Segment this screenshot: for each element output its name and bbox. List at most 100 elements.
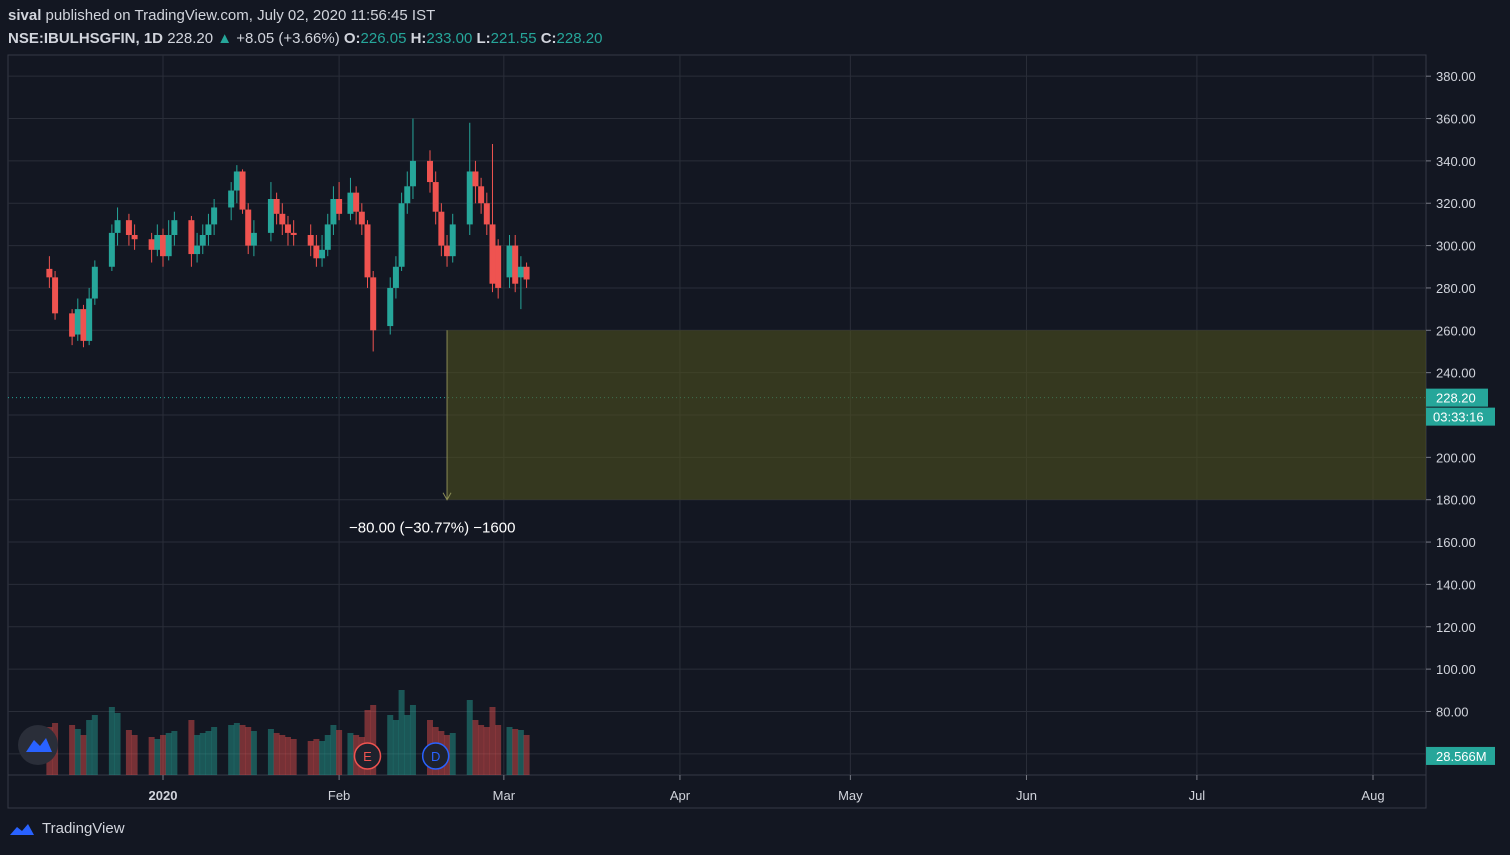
candle-body bbox=[483, 203, 490, 225]
y-tick-label: 160.00 bbox=[1436, 535, 1476, 550]
volume-bar bbox=[148, 737, 155, 775]
candle-body bbox=[267, 199, 274, 233]
candle-body bbox=[171, 220, 178, 235]
candle-body bbox=[387, 287, 394, 327]
x-tick-label: Aug bbox=[1361, 788, 1384, 803]
candle-body bbox=[523, 266, 530, 280]
volume-bar bbox=[245, 727, 252, 775]
volume-bar bbox=[74, 729, 81, 775]
volume-bar bbox=[131, 735, 138, 775]
candle-body bbox=[69, 313, 76, 337]
y-tick-label: 240.00 bbox=[1436, 366, 1476, 381]
y-tick-label: 100.00 bbox=[1436, 662, 1476, 677]
volume-bar bbox=[284, 737, 291, 775]
volume-bar bbox=[512, 729, 519, 775]
candle-body bbox=[512, 245, 519, 284]
candle-body bbox=[108, 232, 115, 267]
volume-tag: 28.566M bbox=[1436, 749, 1487, 764]
candle-body bbox=[426, 160, 433, 183]
candle-body bbox=[273, 199, 280, 214]
candle-body bbox=[353, 192, 360, 212]
candle-body bbox=[279, 213, 286, 225]
x-tick-label: Apr bbox=[670, 788, 691, 803]
volume-bar bbox=[489, 707, 496, 775]
x-tick-label: Feb bbox=[328, 788, 350, 803]
volume-bar bbox=[273, 733, 280, 775]
x-tick-label: Jun bbox=[1016, 788, 1037, 803]
volume-bar bbox=[171, 731, 178, 775]
volume-bar bbox=[324, 735, 331, 775]
volume-bar bbox=[404, 715, 411, 775]
volume-bar bbox=[409, 705, 416, 775]
candle-body bbox=[233, 171, 240, 191]
candle-body bbox=[319, 249, 326, 259]
footer-brand: TradingView bbox=[42, 820, 125, 837]
candle-body bbox=[160, 235, 166, 257]
volume-bar bbox=[91, 715, 98, 775]
x-tick-label: Jul bbox=[1189, 788, 1206, 803]
volume-bar bbox=[517, 730, 524, 775]
candle-body bbox=[449, 224, 456, 257]
candle-body bbox=[307, 235, 314, 246]
volume-bar bbox=[188, 720, 195, 775]
y-tick-label: 380.00 bbox=[1436, 69, 1476, 84]
candle-body bbox=[131, 235, 138, 240]
candle-body bbox=[245, 209, 252, 246]
event-marker-label: D bbox=[431, 749, 440, 764]
candle-body bbox=[154, 235, 161, 250]
volume-bars bbox=[46, 690, 530, 775]
candle-body bbox=[398, 203, 405, 267]
candle-body bbox=[194, 245, 201, 255]
candle-body bbox=[211, 207, 218, 225]
volume-bar bbox=[495, 725, 502, 775]
candle-body bbox=[74, 309, 81, 335]
price-tag: 228.20 bbox=[1436, 391, 1476, 406]
candle-body bbox=[290, 232, 297, 235]
volume-bar bbox=[472, 720, 479, 775]
volume-bar bbox=[279, 735, 286, 775]
volume-bar bbox=[290, 739, 297, 775]
volume-bar bbox=[267, 729, 274, 775]
tradingview-footer[interactable]: TradingView bbox=[8, 820, 125, 837]
candle-body bbox=[444, 245, 451, 257]
x-tick-label: Mar bbox=[493, 788, 516, 803]
price-chart[interactable]: −80.00 (−30.77%) −1600 E D 380.00 360.00 34… bbox=[0, 0, 1510, 855]
y-tick-label: 80.00 bbox=[1436, 704, 1469, 719]
candle-body bbox=[324, 224, 331, 250]
y-tick-label: 280.00 bbox=[1436, 281, 1476, 296]
volume-bar bbox=[506, 727, 513, 775]
measure-zone: −80.00 (−30.77%) −1600 bbox=[349, 330, 1426, 537]
volume-bar bbox=[307, 741, 314, 775]
candle-body bbox=[347, 192, 354, 214]
candle-body bbox=[466, 171, 473, 225]
candle-body bbox=[392, 266, 399, 288]
candle-body bbox=[205, 224, 212, 235]
volume-bar bbox=[387, 715, 394, 775]
candle-body bbox=[409, 160, 416, 187]
candle-body bbox=[364, 224, 371, 278]
candle-body bbox=[46, 268, 53, 278]
y-tick-label: 340.00 bbox=[1436, 154, 1476, 169]
volume-bar bbox=[211, 727, 218, 775]
candle-body bbox=[432, 182, 439, 212]
volume-bar bbox=[160, 735, 166, 775]
candle-body bbox=[404, 186, 411, 204]
candle-body bbox=[495, 245, 502, 288]
volume-bar bbox=[205, 731, 212, 775]
volume-bar bbox=[114, 713, 121, 775]
volume-bar bbox=[239, 725, 246, 775]
y-tick-label: 180.00 bbox=[1436, 493, 1476, 508]
candle-body bbox=[330, 199, 337, 225]
candle-body bbox=[284, 224, 291, 233]
volume-bar bbox=[392, 720, 399, 775]
measure-zone-label: −80.00 (−30.77%) −1600 bbox=[349, 520, 515, 537]
volume-bar bbox=[86, 720, 93, 775]
candle-body bbox=[125, 220, 132, 235]
candle-body bbox=[472, 171, 479, 187]
volume-bar bbox=[165, 733, 172, 775]
volume-bar bbox=[228, 725, 235, 775]
volume-bar bbox=[347, 733, 354, 775]
y-tick-label: 360.00 bbox=[1436, 112, 1476, 127]
candle-body bbox=[148, 239, 155, 250]
volume-bar bbox=[483, 727, 490, 775]
